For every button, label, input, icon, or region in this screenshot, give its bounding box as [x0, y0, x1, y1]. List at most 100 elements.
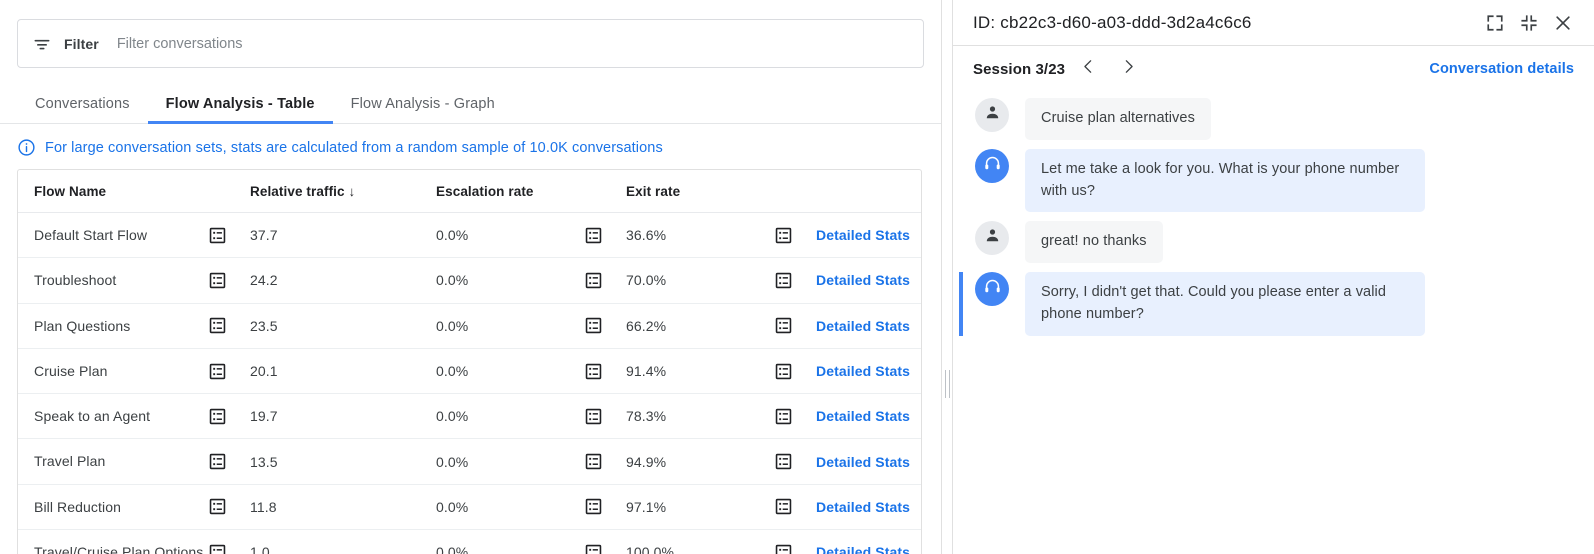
cell-flow-name-icon[interactable] — [208, 303, 250, 348]
list-view-icon[interactable] — [774, 226, 793, 245]
cell-escalation-icon[interactable] — [584, 303, 626, 348]
detailed-stats-link[interactable]: Detailed Stats — [816, 544, 910, 554]
list-view-icon[interactable] — [584, 362, 603, 381]
cell-exit-icon[interactable] — [774, 213, 816, 258]
avatar — [975, 272, 1009, 306]
column-header-exit-rate[interactable]: Exit rate — [626, 170, 774, 213]
filter-bar[interactable]: Filter — [17, 19, 924, 68]
conversation-panel-header: ID: cb22c3-d60-a03-ddd-3d2a4c6c6 — [953, 0, 1594, 46]
detailed-stats-link[interactable]: Detailed Stats — [816, 408, 910, 424]
headset-icon — [983, 154, 1002, 178]
tab-flow-analysis-table[interactable]: Flow Analysis - Table — [148, 84, 333, 123]
list-view-icon[interactable] — [774, 271, 793, 290]
close-panel-button[interactable] — [1546, 6, 1580, 40]
list-view-icon[interactable] — [584, 271, 603, 290]
cell-exit-icon[interactable] — [774, 348, 816, 393]
cell-escalation-icon[interactable] — [584, 394, 626, 439]
list-view-icon[interactable] — [774, 543, 793, 554]
table-row[interactable]: Plan Questions23.50.0%66.2%Detailed Stat… — [18, 303, 921, 348]
list-view-icon[interactable] — [208, 362, 227, 381]
detailed-stats-link[interactable]: Detailed Stats — [816, 363, 910, 379]
cell-exit-icon[interactable] — [774, 303, 816, 348]
column-header-escalation-rate[interactable]: Escalation rate — [436, 170, 584, 213]
cell-exit-icon[interactable] — [774, 439, 816, 484]
list-view-icon[interactable] — [208, 543, 227, 554]
flow-name-label: Cruise Plan — [34, 363, 107, 379]
cell-flow-name-icon[interactable] — [208, 213, 250, 258]
list-view-icon[interactable] — [208, 407, 227, 426]
cell-escalation-icon[interactable] — [584, 484, 626, 529]
column-header-spacer-1 — [208, 170, 250, 213]
cell-flow-name-icon[interactable] — [208, 484, 250, 529]
tab-conversations[interactable]: Conversations — [17, 84, 148, 123]
previous-session-button[interactable] — [1071, 52, 1105, 86]
list-view-icon[interactable] — [774, 452, 793, 471]
table-row[interactable]: Default Start Flow37.70.0%36.6%Detailed … — [18, 213, 921, 258]
cell-detailed-stats: Detailed Stats — [816, 213, 921, 258]
list-view-icon[interactable] — [774, 407, 793, 426]
detailed-stats-link[interactable]: Detailed Stats — [816, 227, 910, 243]
list-view-icon[interactable] — [208, 497, 227, 516]
drag-handle-icon[interactable] — [945, 370, 950, 398]
list-view-icon[interactable] — [208, 316, 227, 335]
list-view-icon[interactable] — [208, 452, 227, 471]
cell-detailed-stats: Detailed Stats — [816, 484, 921, 529]
cell-flow-name-icon[interactable] — [208, 394, 250, 439]
tab-flow-analysis-graph[interactable]: Flow Analysis - Graph — [333, 84, 513, 123]
fullscreen-button[interactable] — [1478, 6, 1512, 40]
column-header-relative-traffic[interactable]: Relative traffic ↓ — [250, 170, 436, 213]
column-header-spacer-3 — [774, 170, 816, 213]
cell-flow-name-icon[interactable] — [208, 258, 250, 303]
conversation-details-link[interactable]: Conversation details — [1429, 61, 1574, 77]
table-row[interactable]: Troubleshoot24.20.0%70.0%Detailed Stats — [18, 258, 921, 303]
list-view-icon[interactable] — [584, 407, 603, 426]
cell-detailed-stats: Detailed Stats — [816, 439, 921, 484]
table-row[interactable]: Travel Plan13.50.0%94.9%Detailed Stats — [18, 439, 921, 484]
cell-flow-name-icon[interactable] — [208, 348, 250, 393]
cell-escalation-icon[interactable] — [584, 213, 626, 258]
next-session-button[interactable] — [1111, 52, 1145, 86]
column-header-flow-name[interactable]: Flow Name — [18, 170, 208, 213]
cell-escalation-icon[interactable] — [584, 530, 626, 554]
list-view-icon[interactable] — [208, 226, 227, 245]
collapse-button[interactable] — [1512, 6, 1546, 40]
cell-exit-icon[interactable] — [774, 484, 816, 529]
cell-escalation-icon[interactable] — [584, 439, 626, 484]
table-row[interactable]: Cruise Plan20.10.0%91.4%Detailed Stats — [18, 348, 921, 393]
table-row[interactable]: Speak to an Agent19.70.0%78.3%Detailed S… — [18, 394, 921, 439]
message-row[interactable]: Let me take a look for you. What is your… — [953, 149, 1594, 213]
list-view-icon[interactable] — [774, 316, 793, 335]
detailed-stats-link[interactable]: Detailed Stats — [816, 454, 910, 470]
cell-exit-icon[interactable] — [774, 394, 816, 439]
list-view-icon[interactable] — [584, 452, 603, 471]
list-view-icon[interactable] — [584, 226, 603, 245]
list-view-icon[interactable] — [208, 271, 227, 290]
cell-flow-name-icon[interactable] — [208, 439, 250, 484]
list-view-icon[interactable] — [584, 543, 603, 554]
message-row[interactable]: great! no thanks — [953, 221, 1594, 263]
flow-analysis-table-container: Flow Name Relative traffic ↓ Escalation … — [17, 169, 922, 554]
message-row[interactable]: Cruise plan alternatives — [953, 98, 1594, 140]
panel-resize-divider[interactable] — [941, 0, 953, 554]
list-view-icon[interactable] — [774, 497, 793, 516]
cell-exit-icon[interactable] — [774, 258, 816, 303]
cell-relative-traffic: 23.5 — [250, 303, 436, 348]
filter-conversations-input[interactable] — [117, 36, 909, 52]
cell-flow-name: Troubleshoot — [18, 258, 208, 303]
message-bubble: Sorry, I didn't get that. Could you plea… — [1025, 272, 1425, 336]
detailed-stats-link[interactable]: Detailed Stats — [816, 499, 910, 515]
detailed-stats-link[interactable]: Detailed Stats — [816, 318, 910, 334]
cell-exit-icon[interactable] — [774, 530, 816, 554]
cell-escalation-icon[interactable] — [584, 258, 626, 303]
cell-relative-traffic: 1.0 — [250, 530, 436, 554]
cell-escalation-icon[interactable] — [584, 348, 626, 393]
fullscreen-icon — [1486, 14, 1504, 32]
cell-flow-name-icon[interactable] — [208, 530, 250, 554]
table-row[interactable]: Travel/Cruise Plan Options1.00.0%100.0%D… — [18, 530, 921, 554]
table-row[interactable]: Bill Reduction11.80.0%97.1%Detailed Stat… — [18, 484, 921, 529]
list-view-icon[interactable] — [584, 316, 603, 335]
list-view-icon[interactable] — [774, 362, 793, 381]
message-row[interactable]: Sorry, I didn't get that. Could you plea… — [953, 272, 1594, 336]
detailed-stats-link[interactable]: Detailed Stats — [816, 272, 910, 288]
list-view-icon[interactable] — [584, 497, 603, 516]
